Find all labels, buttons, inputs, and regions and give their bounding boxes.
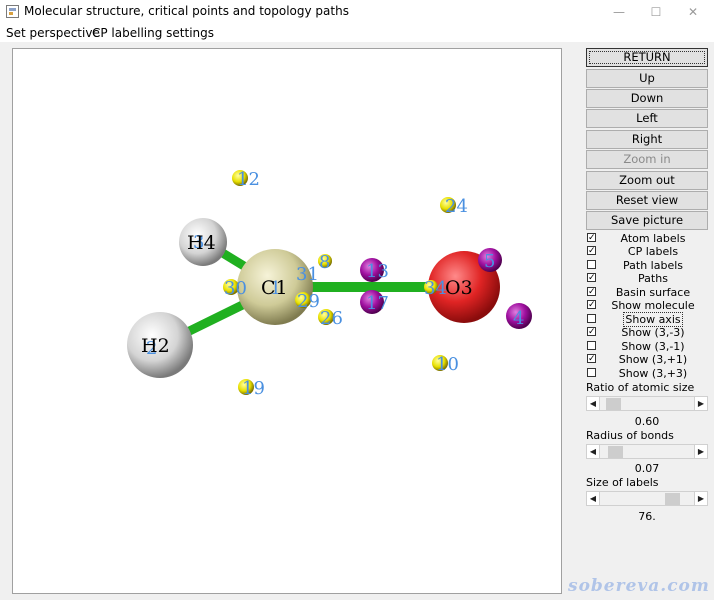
cp-label: 10 [436,354,459,375]
checkbox-box[interactable] [587,341,596,350]
cp-label: 30 [224,278,247,299]
bond-radius-label: Radius of bonds [586,429,674,442]
cp-label: 5 [484,251,495,272]
cp-label: 8 [319,252,330,273]
cp-label: 29 [297,291,320,312]
paths-checkbox[interactable]: ✓ Paths [586,272,708,285]
cp-label: 24 [445,196,468,217]
label-size-slider[interactable]: ◀ ▶ [586,491,708,506]
checkbox-box[interactable]: ✓ [587,300,596,310]
show-molecule-checkbox[interactable]: ✓ Show molecule [586,299,708,312]
left-button[interactable]: Left [586,109,708,128]
atomic-size-slider[interactable]: ◀ ▶ [586,396,708,411]
title-bar: Molecular structure, critical points and… [0,0,714,24]
slider-track[interactable] [600,444,694,459]
cp-label: 31 [296,264,319,285]
scroll-left-icon[interactable]: ◀ [586,396,600,411]
checkbox-box[interactable]: ✓ [587,327,596,337]
menu-cp-labelling-settings[interactable]: CP labelling settings [92,26,214,40]
cp-label: 17 [366,293,389,314]
atom-label-h2: H2 [141,335,170,357]
window-title: Molecular structure, critical points and… [24,4,349,18]
show-3-plus3-checkbox[interactable]: Show (3,+3) [586,367,708,380]
label-size-value: 76. [638,510,656,523]
molecule-viewport[interactable]: 12 24 3 8 31 30 1 29 26 13 17 5 34 2 4 1… [12,48,562,594]
scroll-right-icon[interactable]: ▶ [694,396,708,411]
menu-bar: Set perspective CP labelling settings [0,24,714,42]
watermark: sobereva.com [568,576,710,596]
checkbox-box[interactable] [587,314,596,323]
slider-track[interactable] [600,396,694,411]
checkbox-box[interactable] [587,260,596,269]
scroll-right-icon[interactable]: ▶ [694,444,708,459]
scroll-left-icon[interactable]: ◀ [586,444,600,459]
right-button[interactable]: Right [586,130,708,149]
slider-thumb[interactable] [608,446,623,458]
show-3-plus1-checkbox[interactable]: ✓ Show (3,+1) [586,353,708,366]
atom-label-c1: C1 [261,277,288,299]
checkbox-box[interactable]: ✓ [587,273,596,283]
cp-labels-checkbox[interactable]: ✓ CP labels [586,245,708,258]
checkbox-box[interactable]: ✓ [587,287,596,297]
scroll-left-icon[interactable]: ◀ [586,491,600,506]
slider-thumb[interactable] [665,493,680,505]
bond-radius-value: 0.07 [634,462,660,475]
app-icon [6,5,19,18]
cp-label: 19 [242,378,265,399]
cp-label: 4 [513,308,524,329]
cp-label: 26 [320,308,343,329]
atom-label-o3: O3 [445,277,473,299]
checkbox-box[interactable]: ✓ [587,354,596,364]
down-button[interactable]: Down [586,89,708,108]
path-labels-checkbox[interactable]: Path labels [586,259,708,272]
cp-label: 34 [424,278,447,299]
zoom-in-button[interactable]: Zoom in [586,150,708,169]
molecule-canvas: 12 24 3 8 31 30 1 29 26 13 17 5 34 2 4 1… [127,169,532,399]
label-size-label: Size of labels [586,476,659,489]
close-button[interactable]: ✕ [674,0,712,24]
cp-label: 13 [366,261,389,282]
atom-labels-checkbox[interactable]: ✓ Atom labels [586,232,708,245]
maximize-button[interactable]: ☐ [637,0,675,24]
up-button[interactable]: Up [586,69,708,88]
bond-radius-slider[interactable]: ◀ ▶ [586,444,708,459]
checkbox-box[interactable]: ✓ [587,246,596,256]
minimize-button[interactable]: — [600,0,638,24]
checkbox-box[interactable] [587,368,596,377]
show-3-3-checkbox[interactable]: ✓ Show (3,-3) [586,326,708,339]
menu-set-perspective[interactable]: Set perspective [6,26,100,40]
show-3-1-checkbox[interactable]: Show (3,-1) [586,340,708,353]
scroll-right-icon[interactable]: ▶ [694,491,708,506]
save-picture-button[interactable]: Save picture [586,211,708,230]
basin-surface-checkbox[interactable]: ✓ Basin surface [586,286,708,299]
reset-view-button[interactable]: Reset view [586,191,708,210]
show-axis-checkbox[interactable]: Show axis [586,312,708,327]
checkbox-box[interactable]: ✓ [587,233,596,243]
slider-thumb[interactable] [606,398,621,410]
slider-track[interactable] [600,491,694,506]
cp-label: 12 [237,169,260,190]
atomic-size-value: 0.60 [634,415,660,428]
zoom-out-button[interactable]: Zoom out [586,171,708,190]
atom-label-h4: H4 [187,232,216,254]
return-button[interactable]: RETURN [586,48,708,67]
atomic-size-label: Ratio of atomic size [586,381,695,394]
